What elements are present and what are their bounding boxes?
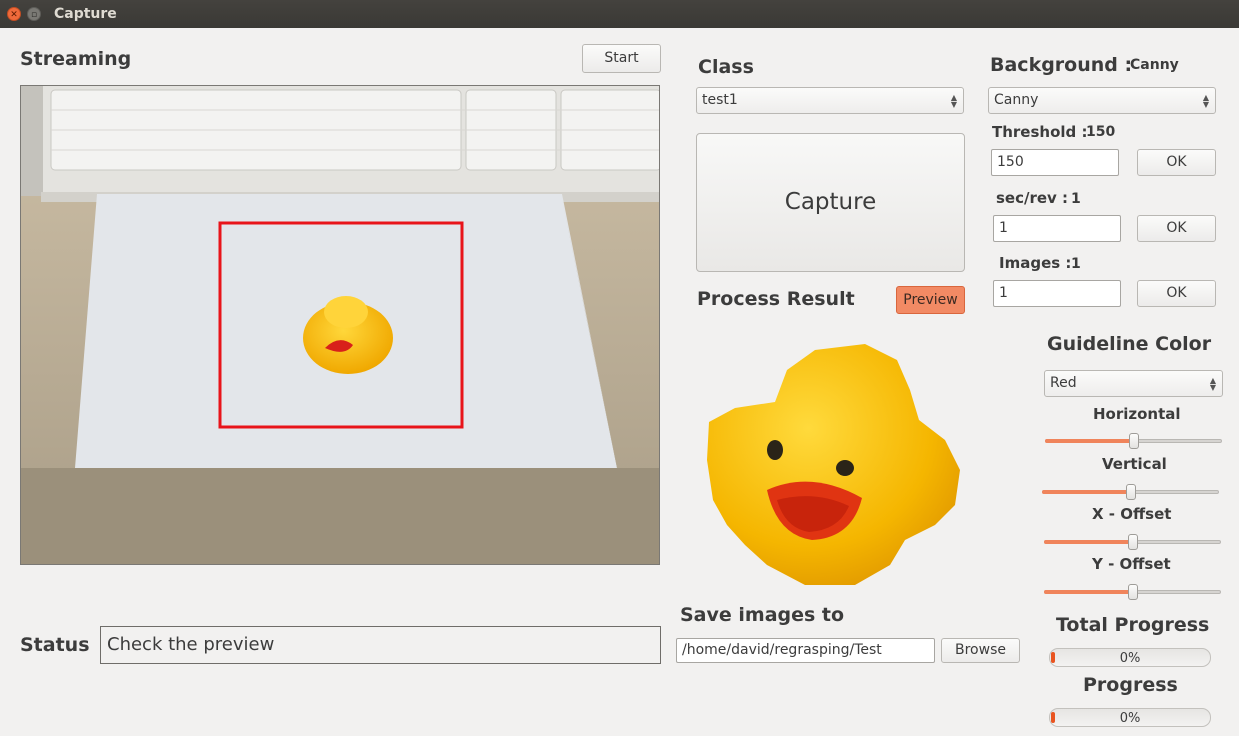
threshold-label: Threshold : (992, 123, 1088, 141)
slider-handle[interactable] (1127, 534, 1138, 550)
slider-handle[interactable] (1127, 584, 1138, 600)
save-images-label: Save images to (680, 604, 845, 626)
updown-arrows-icon: ▲ ▼ (1202, 92, 1209, 109)
progress-text: 0% (1119, 711, 1141, 726)
window-title: Capture (54, 6, 117, 22)
threshold-ok-button[interactable]: OK (1137, 149, 1216, 176)
sec-rev-label: sec/rev : (996, 189, 1069, 207)
sec-rev-ok-button[interactable]: OK (1137, 215, 1216, 242)
x-offset-slider[interactable] (1044, 534, 1221, 550)
browse-button[interactable]: Browse (941, 638, 1020, 663)
class-label: Class (698, 56, 754, 78)
sec-rev-value: 1 (1071, 191, 1081, 207)
streaming-view (20, 85, 660, 565)
horizontal-slider[interactable] (1045, 433, 1222, 449)
background-select-value: Canny (994, 92, 1039, 108)
slider-handle[interactable] (1128, 433, 1139, 449)
guideline-color-select-value: Red (1050, 375, 1077, 391)
progress-bar: 0% (1049, 708, 1211, 727)
preview-button[interactable]: Preview (896, 286, 965, 314)
images-value: 1 (1071, 256, 1081, 272)
status-label: Status (20, 634, 90, 656)
guideline-color-select[interactable]: Red ▲ ▼ (1044, 370, 1223, 397)
save-path-input[interactable]: /home/david/regrasping/Test (676, 638, 935, 663)
images-ok-button[interactable]: OK (1137, 280, 1216, 307)
total-progress-label: Total Progress (1056, 614, 1210, 636)
streaming-label: Streaming (20, 48, 132, 70)
background-value: Canny (1130, 57, 1179, 73)
y-offset-label: Y - Offset (1092, 555, 1171, 573)
class-select[interactable]: test1 ▲ ▼ (696, 87, 964, 114)
class-select-value: test1 (702, 92, 738, 108)
y-offset-slider[interactable] (1044, 584, 1221, 600)
x-offset-label: X - Offset (1092, 505, 1172, 523)
images-input[interactable]: 1 (993, 280, 1121, 307)
threshold-input[interactable]: 150 (991, 149, 1119, 176)
close-icon[interactable]: ✕ (7, 7, 21, 21)
horizontal-label: Horizontal (1093, 405, 1181, 423)
updown-arrows-icon: ▲ ▼ (950, 92, 957, 109)
start-button[interactable]: Start (582, 44, 661, 73)
minimize-icon[interactable]: ▫ (27, 7, 41, 21)
total-progress-bar: 0% (1049, 648, 1211, 667)
capture-button[interactable]: Capture (696, 133, 965, 272)
sec-rev-input[interactable]: 1 (993, 215, 1121, 242)
updown-arrows-icon: ▲ ▼ (1209, 375, 1216, 392)
total-progress-text: 0% (1119, 651, 1141, 666)
process-result-image (705, 340, 965, 585)
process-result-label: Process Result (697, 288, 855, 310)
background-select[interactable]: Canny ▲ ▼ (988, 87, 1216, 114)
guideline-color-label: Guideline Color (1047, 333, 1212, 355)
slider-handle[interactable] (1125, 484, 1136, 500)
images-label: Images : (999, 254, 1072, 272)
window-titlebar: ✕ ▫ Capture (0, 0, 1239, 28)
background-label: Background : (990, 54, 1133, 76)
progress-label: Progress (1083, 674, 1178, 696)
camera-feed-image (21, 86, 659, 564)
vertical-label: Vertical (1102, 455, 1167, 473)
status-text: Check the preview (100, 626, 661, 664)
vertical-slider[interactable] (1042, 484, 1219, 500)
threshold-value: 150 (1086, 124, 1116, 140)
